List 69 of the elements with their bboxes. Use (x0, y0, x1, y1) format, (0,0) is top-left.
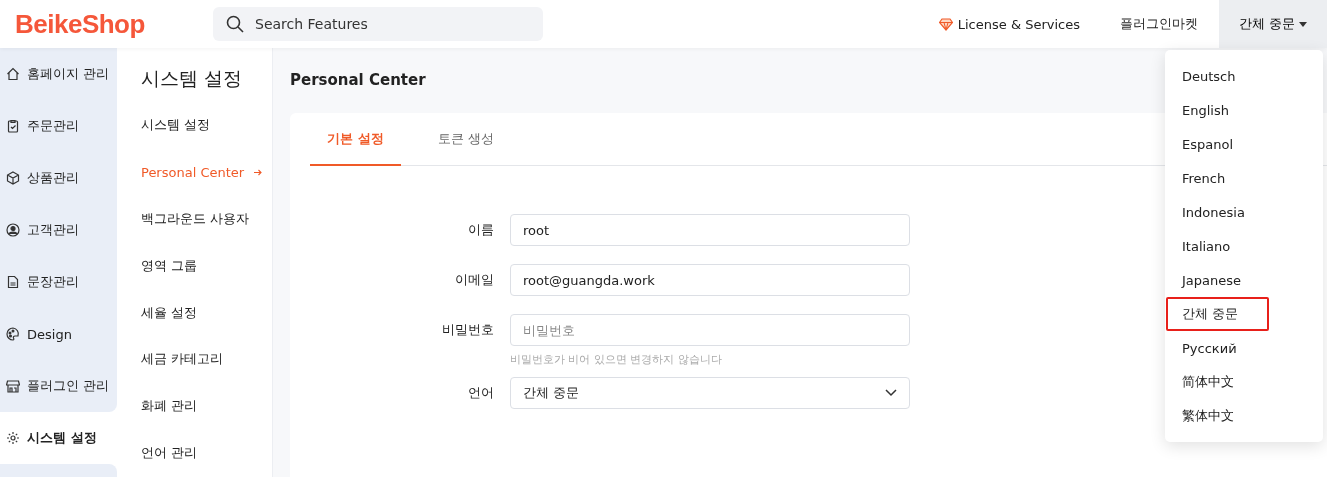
box-icon (6, 171, 20, 185)
language-option[interactable]: Japanese (1166, 263, 1322, 297)
tab[interactable]: 토큰 생성 (420, 113, 511, 166)
store-icon (6, 379, 20, 393)
subnav-item-label: 언어 관리 (141, 443, 198, 462)
subnav-item[interactable]: 시스템 설정 (141, 102, 272, 149)
subnav-item-label: 백그라운드 사용자 (141, 210, 250, 228)
subnav-item-label: 화폐 관리 (141, 397, 198, 416)
subnav-item[interactable]: 영역 그룹 (141, 242, 272, 290)
language-select[interactable]: 간체 중문 (510, 377, 910, 409)
language-option[interactable]: 繁体中文 (1166, 399, 1322, 433)
subnav-item-label: 영역 그룹 (141, 256, 198, 275)
sidebar-item-label: 플러그인 관리 (27, 377, 110, 395)
plugin-market-link[interactable]: 플러그인마켓 (1120, 15, 1198, 33)
sidebar-item[interactable]: 플러그인 관리 (0, 360, 117, 412)
language-option[interactable]: Deutsch (1166, 59, 1322, 93)
language-option[interactable]: Italiano (1166, 229, 1322, 263)
subnav-item[interactable]: 세율 설정 (141, 289, 272, 336)
help-text: 비밀번호가 비어 있으면 변경하지 않습니다 (510, 352, 723, 367)
sidebar-item-label: 문장관리 (27, 273, 79, 291)
page-title: Personal Center (290, 70, 426, 91)
sidebar-item[interactable]: 문장관리 (0, 256, 117, 308)
subnav-item[interactable]: 화폐 관리 (141, 382, 272, 430)
sidebar-item-label: 주문관리 (27, 117, 79, 135)
subnav-item-label: 시스템 설정 (141, 116, 211, 135)
field-label: 이름 (467, 221, 495, 239)
field-label: 이메일 (454, 271, 495, 289)
field-label: 비밀번호 (441, 321, 495, 339)
language-option[interactable]: Indonesia (1166, 195, 1322, 229)
language-option[interactable]: French (1166, 161, 1322, 195)
home-icon (6, 67, 20, 81)
section-title: 시스템 설정 (141, 66, 244, 91)
clipboard-icon (6, 119, 20, 133)
subnav-item[interactable]: 백그라운드 사용자 (141, 195, 272, 243)
sidebar-item[interactable]: 주문관리 (0, 100, 117, 152)
arrow-icon (254, 168, 262, 176)
subnav-item-label: 세율 설정 (141, 303, 198, 322)
search-field[interactable]: Search Features (213, 7, 543, 41)
user-circle-icon (6, 223, 20, 237)
sidebar-item[interactable]: 상품관리 (0, 152, 117, 204)
sidebar-item[interactable]: 홈페이지 관리 (0, 48, 117, 100)
language-option[interactable]: Русский (1166, 331, 1322, 365)
sidebar-item-label: 상품관리 (27, 169, 79, 187)
language-option[interactable]: Espanol (1166, 127, 1322, 161)
subnav-item-label: Personal Center (141, 164, 245, 180)
sidebar-item[interactable]: Design (0, 308, 117, 360)
input-field[interactable]: root@guangda.work (510, 264, 910, 296)
sidebar-item-label: Design (27, 326, 72, 342)
search-icon (225, 14, 245, 34)
palette-icon (6, 327, 20, 341)
input-field[interactable]: root (510, 214, 910, 246)
diamond-icon (938, 17, 953, 31)
sidebar-item-label: 홈페이지 관리 (27, 65, 110, 83)
settings-icon (6, 431, 20, 445)
language-option[interactable]: 简体中文 (1166, 365, 1322, 399)
subnav-item-label: 세금 카테고리 (141, 350, 224, 369)
language-option[interactable]: 간체 중문 (1166, 297, 1269, 331)
sidebar-item-label: 시스템 설정 (27, 429, 97, 447)
password-field[interactable]: 비밀번호 (510, 314, 910, 346)
field-label: 언어 (467, 384, 495, 402)
subnav-item[interactable]: 언어 관리 (141, 429, 272, 477)
subnav-item[interactable]: 세금 카테고리 (141, 336, 272, 383)
caret-icon (1299, 21, 1308, 27)
sidebar-item-label: 고객관리 (27, 221, 79, 239)
language-option[interactable]: English (1166, 93, 1322, 127)
sidebar-item[interactable]: 고객관리 (0, 204, 117, 256)
chevron-down-icon (885, 389, 897, 397)
document-icon (6, 275, 20, 289)
language-menu-button[interactable]: 간체 중문 (1219, 0, 1327, 48)
